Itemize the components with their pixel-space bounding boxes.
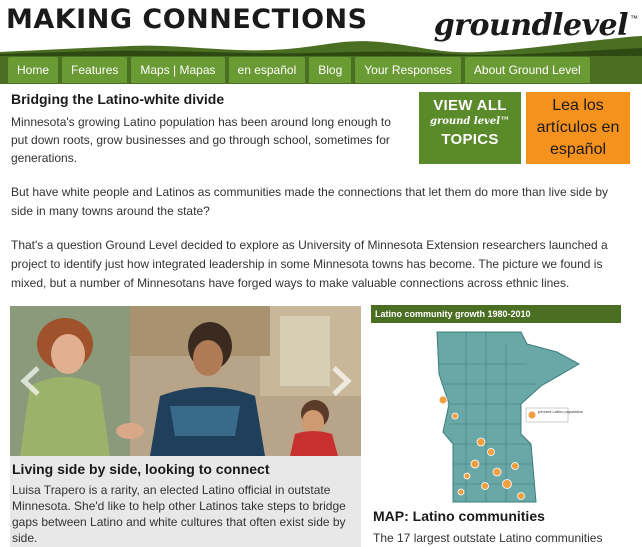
feature-title[interactable]: Living side by side, looking to connect bbox=[12, 461, 269, 477]
nav-item-home[interactable]: Home bbox=[8, 57, 59, 83]
intro-paragraph-1: Minnesota's growing Latino population ha… bbox=[11, 115, 391, 165]
chevron-right-icon[interactable] bbox=[322, 364, 356, 398]
svg-text:percent Latino population: percent Latino population bbox=[538, 409, 583, 414]
feature-photo[interactable] bbox=[10, 306, 361, 456]
spanish-line-1: Lea los bbox=[552, 97, 604, 114]
intro-paragraph-3: That's a question Ground Level decided t… bbox=[11, 238, 608, 290]
site-header: MAKING CONNECTIONS groundlevel ™ bbox=[0, 0, 642, 58]
topics-line-1: VIEW ALL bbox=[433, 97, 507, 114]
nav-item-maps[interactable]: Maps | Mapas bbox=[131, 57, 225, 83]
latino-growth-map[interactable]: percent Latino population bbox=[371, 324, 621, 504]
map-title[interactable]: MAP: Latino communities bbox=[373, 508, 545, 524]
main-nav: Home Features Maps | Mapas en español Bl… bbox=[0, 56, 642, 84]
map-legend-label: percent Latino population bbox=[538, 409, 583, 414]
topics-line-3: TOPICS bbox=[441, 131, 499, 148]
feature-story: Living side by side, looking to connect … bbox=[10, 306, 361, 547]
nav-item-responses[interactable]: Your Responses bbox=[355, 57, 461, 83]
map-header: Latino community growth 1980-2010 bbox=[371, 305, 621, 323]
spanish-line-2: artículos en bbox=[536, 119, 620, 136]
article-headline: Bridging the Latino-white divide bbox=[11, 91, 225, 107]
chevron-left-icon[interactable] bbox=[16, 364, 50, 398]
nav-list: Home Features Maps | Mapas en español Bl… bbox=[8, 56, 590, 84]
nav-item-blog[interactable]: Blog bbox=[309, 57, 352, 83]
brand-logo: groundlevel bbox=[433, 8, 629, 43]
nav-item-features[interactable]: Features bbox=[62, 57, 128, 83]
spanish-line-3: español bbox=[549, 141, 607, 158]
intro-paragraph-2: But have white people and Latinos as com… bbox=[11, 185, 609, 218]
nav-item-espanol[interactable]: en español bbox=[228, 57, 306, 83]
map-description: The 17 largest outstate Latino communiti… bbox=[373, 531, 603, 545]
brand-trademark: ™ bbox=[630, 14, 638, 23]
feature-description: Luisa Trapero is a rarity, an elected La… bbox=[12, 483, 346, 545]
nav-item-about[interactable]: About Ground Level bbox=[464, 57, 590, 83]
view-all-topics-button[interactable]: VIEW ALL ground level™ TOPICS bbox=[419, 92, 521, 164]
map-panel: Latino community growth 1980-2010 percen… bbox=[371, 305, 621, 547]
topics-line-2: ground level™ bbox=[429, 116, 511, 127]
spanish-articles-button[interactable]: Lea los artículos en español bbox=[526, 92, 630, 164]
